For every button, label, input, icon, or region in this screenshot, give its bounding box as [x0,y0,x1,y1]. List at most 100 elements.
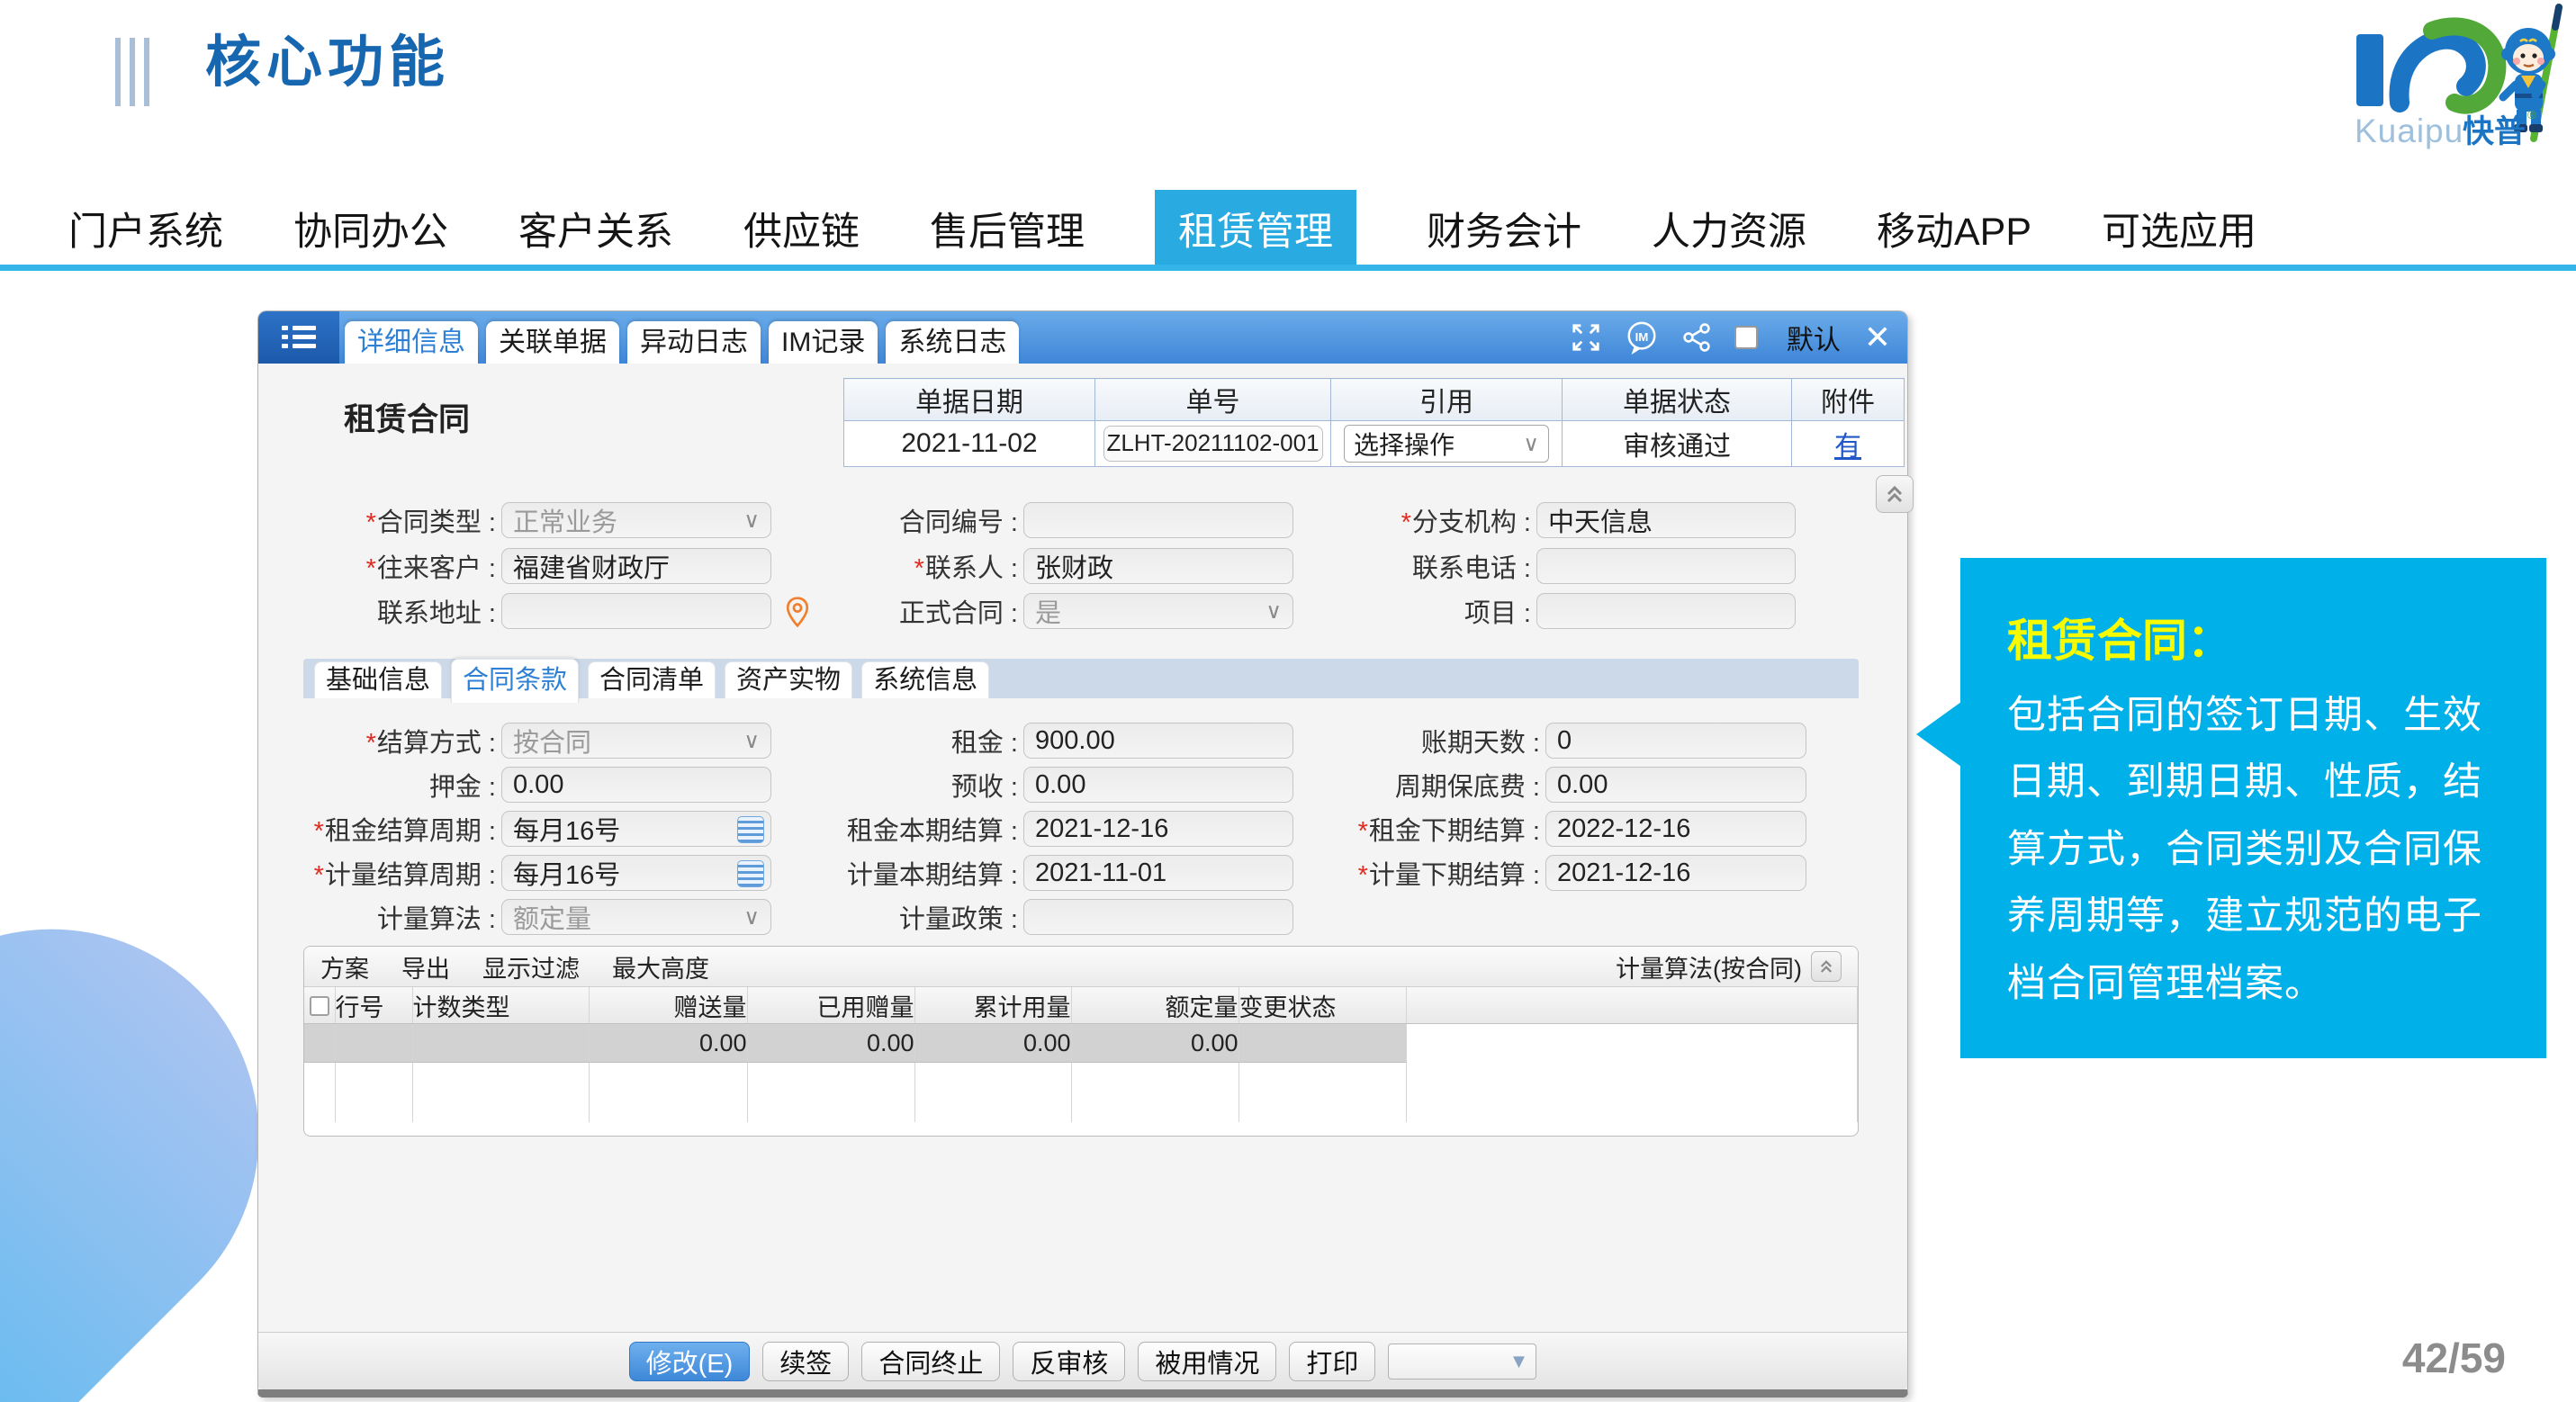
brand-text-cn: 快普 [2463,114,2526,149]
chevron-down-icon: ∨ [743,728,760,754]
branch-input[interactable]: 中天信息 [1536,502,1796,538]
nav-tab-crm[interactable]: 客户关系 [518,201,673,256]
field-label: 计量政策 [793,898,1018,936]
ref-action-select[interactable]: 选择操作 ∨ [1344,425,1549,463]
window-footer: 修改(E) 续签 合同终止 反审核 被用情况 打印 ▼ [258,1332,1907,1389]
field-address: 联系地址 [271,593,771,629]
subtab-basic-info[interactable]: 基础信息 [314,661,442,698]
nav-tab-service[interactable]: 售后管理 [930,201,1085,256]
toolbar-max-height[interactable]: 最大高度 [612,949,709,984]
meter-policy-input[interactable] [1023,899,1293,935]
field-settle-mode: 结算方式 按合同 ∨ [271,723,771,759]
field-label: 正式合同 [793,592,1018,630]
nav-tab-lease[interactable]: 租赁管理 [1155,190,1356,267]
field-label: 结算方式 [271,722,496,759]
sum-given: 0.00 [589,1024,747,1063]
toolbar-export[interactable]: 导出 [401,949,450,984]
close-icon[interactable]: ✕ [1864,321,1891,354]
col-count-type: 计数类型 [412,987,589,1024]
field-meter-algo: 计量算法 额定量 ∨ [271,899,771,935]
meter-current-input[interactable]: 2021-11-01 [1023,855,1293,891]
tab-related-docs[interactable]: 关联单据 [486,321,619,364]
rent-input[interactable]: 900.00 [1023,723,1293,759]
credit-days-input[interactable]: 0 [1545,723,1806,759]
meter-cycle-input[interactable]: 每月16号 [501,855,771,891]
col-rated: 额定量 [1071,987,1238,1024]
deposit-input[interactable]: 0.00 [501,767,771,803]
print-button[interactable]: 打印 [1289,1342,1375,1381]
formal-contract-select[interactable]: 是 ∨ [1023,593,1293,629]
collapse-header-button[interactable] [1876,475,1914,513]
menu-button[interactable] [258,311,339,364]
share-icon[interactable] [1682,323,1711,352]
grid-toolbar: 方案 导出 显示过滤 最大高度 计量算法(按合同) [304,947,1858,987]
default-checkbox[interactable] [1734,326,1758,349]
reverse-audit-button[interactable]: 反审核 [1013,1342,1125,1381]
subtab-asset-items[interactable]: 资产实物 [725,661,852,698]
doc-col-number: 单号 [1095,379,1331,421]
footer-select[interactable]: ▼ [1388,1344,1536,1380]
nav-tab-scm[interactable]: 供应链 [743,201,860,256]
attachment-link[interactable]: 有 [1834,432,1861,462]
tab-change-log[interactable]: 异动日志 [627,321,761,364]
callout-body: 包括合同的签订日期、生效日期、到期日期、性质，结算方式，合同类别及合同保养周期等… [2007,682,2517,1017]
prepaid-input[interactable]: 0.00 [1023,767,1293,803]
meter-algo-select[interactable]: 额定量 ∨ [501,899,771,935]
modify-button[interactable]: 修改(E) [629,1342,751,1381]
doc-col-status: 单据状态 [1563,379,1792,421]
col-given: 赠送量 [589,987,747,1024]
calendar-icon[interactable] [737,860,764,887]
address-input[interactable] [501,593,771,629]
toolbar-plan[interactable]: 方案 [320,949,369,984]
project-input[interactable] [1536,593,1796,629]
nav-tab-optional[interactable]: 可选应用 [2102,201,2256,256]
period-min-fee-input[interactable]: 0.00 [1545,767,1806,803]
sum-used-given: 0.00 [747,1024,914,1063]
field-customer: 往来客户 福建省财政厅 [271,548,771,584]
nav-tab-hr[interactable]: 人力资源 [1652,201,1806,256]
settle-mode-select[interactable]: 按合同 ∨ [501,723,771,759]
field-rent-cycle: 租金结算周期 每月16号 [271,811,771,847]
doc-number-field[interactable]: ZLHT-20211102-001 [1103,426,1323,462]
rent-current-input[interactable]: 2021-12-16 [1023,811,1293,847]
sum-rated: 0.00 [1071,1024,1238,1063]
field-rent-current: 租金本期结算 2021-12-16 [793,811,1293,847]
subtab-system-info[interactable]: 系统信息 [861,661,989,698]
kuaipu-logo: Kuaipu 快普 ® [2344,2,2571,157]
field-deposit: 押金 0.00 [271,767,771,803]
nav-tab-finance[interactable]: 财务会计 [1427,201,1581,256]
calendar-icon[interactable] [737,816,764,843]
field-phone: 联系电话 [1306,548,1796,584]
toolbar-filter[interactable]: 显示过滤 [482,949,580,984]
brand-text-en: Kuaipu [2355,112,2463,149]
rent-next-input[interactable]: 2022-12-16 [1545,811,1806,847]
usage-status-button[interactable]: 被用情况 [1138,1342,1276,1381]
subtab-contract-list[interactable]: 合同清单 [588,661,716,698]
field-meter-policy: 计量政策 [793,899,1293,935]
terminate-contract-button[interactable]: 合同终止 [861,1342,1000,1381]
contract-type-select[interactable]: 正常业务 ∨ [501,502,771,538]
tab-detail-info[interactable]: 详细信息 [345,321,478,364]
field-label: 联系地址 [271,592,496,630]
field-meter-current: 计量本期结算 2021-11-01 [793,855,1293,891]
rent-cycle-input[interactable]: 每月16号 [501,811,771,847]
measure-table: 行号 计数类型 赠送量 已用赠量 累计用量 额定量 变更状态 0.00 0.00… [304,987,1858,1122]
nav-tab-oa[interactable]: 协同办公 [293,201,448,256]
renew-button[interactable]: 续签 [762,1342,849,1381]
contact-input[interactable]: 张财政 [1023,548,1293,584]
fullscreen-icon[interactable] [1571,322,1601,353]
meter-next-input[interactable]: 2021-12-16 [1545,855,1806,891]
collapse-grid-button[interactable] [1811,951,1842,982]
tab-system-log[interactable]: 系统日志 [886,321,1019,364]
phone-input[interactable] [1536,548,1796,584]
dropdown-arrow-icon: ▼ [1509,1350,1529,1373]
contract-no-input[interactable] [1023,502,1293,538]
subtab-contract-terms[interactable]: 合同条款 [451,659,579,703]
nav-tab-portal[interactable]: 门户系统 [68,201,223,256]
im-icon[interactable]: IM [1625,319,1659,355]
nav-tab-mobile[interactable]: 移动APP [1877,201,2031,256]
customer-input[interactable]: 福建省财政厅 [501,548,771,584]
field-label: 押金 [271,766,496,804]
tab-im-record[interactable]: IM记录 [769,321,878,364]
select-all-checkbox[interactable] [310,996,329,1016]
